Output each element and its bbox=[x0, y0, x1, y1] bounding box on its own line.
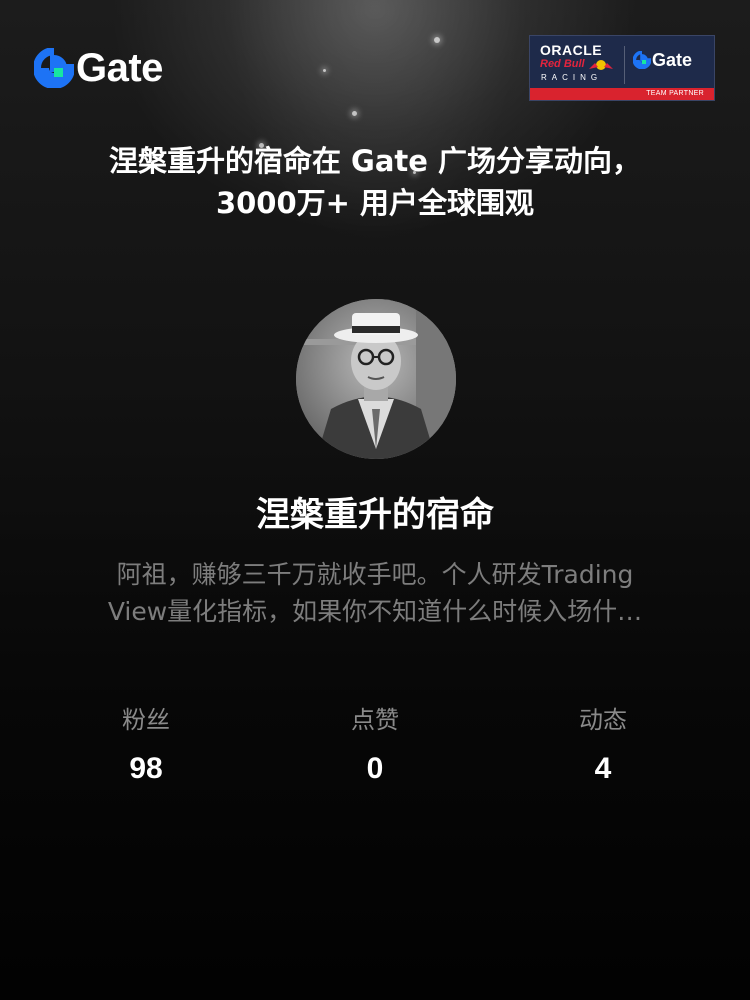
headline-line-2: 3000万+ 用户全球围观 bbox=[215, 186, 535, 220]
stat-label: 粉丝 bbox=[122, 706, 170, 734]
stat-likes: 点赞 0 bbox=[275, 700, 475, 792]
stat-value: 98 bbox=[129, 752, 163, 785]
oracle-redbull-partner-badge: ORACLE Red Bull RACING Gate TEAM PARTNER bbox=[529, 35, 715, 101]
badge-gate-text: Gate bbox=[652, 50, 693, 70]
gate-logo-icon bbox=[633, 51, 651, 69]
avatar bbox=[296, 299, 456, 459]
profile-bio: 阿祖，赚够三千万就收手吧。个人研发Trading View量化指标，如果你不知道… bbox=[60, 556, 690, 630]
badge-footer-bar: TEAM PARTNER bbox=[530, 88, 714, 100]
headline: 涅槃重升的宿命在 Gate 广场分享动向， 3000万+ 用户全球围观 bbox=[0, 140, 750, 224]
bio-line-1: 阿祖，赚够三千万就收手吧。个人研发Trading bbox=[116, 560, 634, 589]
gate-wordmark: Gate bbox=[76, 46, 163, 90]
badge-racing-text: RACING bbox=[541, 73, 603, 82]
gate-logo-icon bbox=[34, 48, 74, 88]
badge-gate-logo: Gate bbox=[633, 50, 692, 70]
stat-label: 动态 bbox=[579, 706, 627, 734]
sparkle bbox=[352, 111, 357, 116]
sparkle bbox=[323, 69, 326, 72]
share-poster: Gate ORACLE Red Bull RACING Gate TEAM PA… bbox=[0, 0, 750, 1000]
badge-oracle-text: ORACLE bbox=[540, 42, 603, 58]
stat-posts: 动态 4 bbox=[503, 700, 703, 792]
avatar-portrait bbox=[296, 299, 456, 459]
bio-line-2: View量化指标，如果你不知道什么时候入场什… bbox=[107, 597, 643, 626]
stat-value: 4 bbox=[594, 752, 612, 785]
profile-name: 涅槃重升的宿命 bbox=[256, 495, 494, 535]
profile-stats: 粉丝 98 点赞 0 动态 4 bbox=[0, 700, 750, 800]
badge-footer-text: TEAM PARTNER bbox=[646, 90, 704, 97]
headline-line-1: 涅槃重升的宿命在 Gate 广场分享动向， bbox=[108, 144, 642, 178]
gate-logo: Gate bbox=[34, 46, 163, 90]
badge-divider bbox=[624, 46, 625, 84]
badge-redbull-text: Red Bull bbox=[540, 58, 585, 70]
stat-value: 0 bbox=[366, 752, 384, 785]
sparkle bbox=[434, 37, 440, 43]
stat-followers: 粉丝 98 bbox=[46, 700, 246, 792]
stat-label: 点赞 bbox=[351, 706, 399, 734]
red-bull-icon bbox=[589, 60, 613, 70]
